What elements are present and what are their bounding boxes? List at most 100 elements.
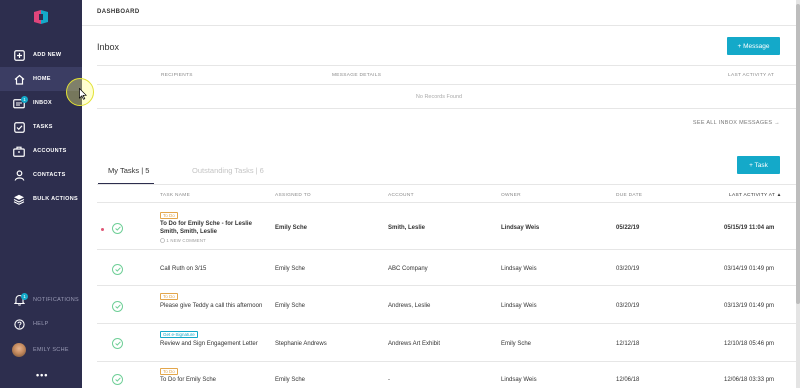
sidebar-item-label: ACCOUNTS [33, 148, 67, 154]
tab-outstanding-tasks[interactable]: Outstanding Tasks | 6 [192, 166, 264, 175]
comment-icon [160, 238, 165, 244]
task-name-line1[interactable]: To Do for Emily Sche - for Leslie [160, 221, 252, 227]
complete-task-checkbox[interactable] [112, 264, 123, 275]
inbox-badge: 1 [21, 96, 28, 103]
more-menu-icon[interactable]: ••• [36, 370, 48, 380]
mouse-cursor-icon [79, 88, 87, 100]
sidebar-item-bulk-actions[interactable]: BULK ACTIONS [0, 187, 82, 211]
tab-my-tasks[interactable]: My Tasks | 5 [108, 166, 149, 175]
sidebar-item-tasks[interactable]: TASKS [0, 115, 82, 139]
sidebar-item-label: NOTIFICATIONS [33, 297, 79, 303]
due-date: 12/12/18 [616, 341, 640, 347]
task-type-tag: To Do [160, 293, 178, 300]
owner: Lindsay Weis [501, 377, 537, 383]
due-date: 12/06/18 [616, 377, 640, 383]
task-name[interactable]: Review and Sign Engagement Letter [160, 341, 258, 347]
last-activity: 03/13/19 01:49 pm [724, 303, 775, 309]
check-square-icon [12, 120, 26, 134]
assigned-to: Emily Sche [275, 225, 308, 231]
divider [97, 361, 796, 362]
column-header-last-activity-sorted[interactable]: LAST ACTIVITY AT ▲ [729, 193, 782, 198]
divider [97, 202, 796, 203]
divider [97, 184, 796, 185]
check-icon [114, 341, 121, 346]
main-content: DASHBOARD Inbox + Message RECIPIENTS MES… [82, 0, 796, 388]
check-icon [114, 267, 121, 272]
complete-task-checkbox[interactable] [112, 223, 123, 234]
last-activity: 12/10/18 05:46 pm [724, 341, 775, 347]
assigned-to: Emily Sche [275, 377, 306, 383]
task-name-line2[interactable]: Smith, Smith, Leslie [160, 229, 217, 235]
sidebar-item-add-new[interactable]: ADD NEW [0, 43, 82, 67]
complete-task-checkbox[interactable] [112, 338, 123, 349]
divider [97, 323, 796, 324]
check-icon [114, 304, 121, 309]
owner: Lindsay Weis [501, 266, 537, 272]
add-message-button[interactable]: + Message [727, 37, 780, 55]
user-icon [12, 168, 26, 182]
briefcase-icon [12, 144, 26, 158]
task-name[interactable]: Please give Teddy a call this afternoon [160, 303, 262, 309]
task-type-tag: To Do [160, 368, 178, 375]
sidebar-item-label: CONTACTS [33, 172, 66, 178]
sidebar: ADD NEW HOME 1 INBOX TASKS ACCOUNTS CONT… [0, 0, 82, 388]
sidebar-item-profile[interactable]: EMILY SCHE [0, 338, 82, 362]
top-bar: DASHBOARD [82, 0, 796, 26]
sidebar-item-accounts[interactable]: ACCOUNTS [0, 139, 82, 163]
check-icon [114, 377, 121, 382]
sidebar-item-label: HOME [33, 76, 51, 82]
last-activity: 05/15/19 11:04 am [724, 225, 775, 231]
column-header-due-date[interactable]: DUE DATE [616, 193, 642, 198]
task-type-tag: To Do [160, 212, 178, 219]
comment-count: 1 NEW COMMENT [166, 238, 207, 243]
complete-task-checkbox[interactable] [112, 301, 123, 312]
logo[interactable] [32, 10, 50, 24]
sidebar-item-label: EMILY SCHE [33, 347, 69, 353]
due-date: 03/20/19 [616, 303, 640, 309]
assigned-to: Stephanie Andrews [275, 341, 327, 347]
account-link[interactable]: ABC Company [388, 266, 428, 272]
last-activity: 12/06/18 03:33 pm [724, 377, 775, 383]
sidebar-item-label: ADD NEW [33, 52, 62, 58]
sidebar-item-label: BULK ACTIONS [33, 196, 78, 202]
owner: Lindsay Weis [501, 303, 537, 309]
complete-task-checkbox[interactable] [112, 374, 123, 385]
sidebar-item-label: INBOX [33, 100, 52, 106]
account-link[interactable]: Andrews Art Exhibit [388, 341, 440, 347]
sidebar-item-contacts[interactable]: CONTACTS [0, 163, 82, 187]
divider [97, 249, 796, 250]
task-name[interactable]: To Do for Emily Sche [160, 377, 216, 383]
due-date: 05/22/19 [616, 225, 640, 231]
avatar [12, 343, 26, 357]
column-header-message-details[interactable]: MESSAGE DETAILS [332, 73, 381, 78]
account-link[interactable]: Smith, Leslie [388, 225, 425, 231]
add-task-button[interactable]: + Task [737, 156, 780, 174]
sidebar-item-notifications[interactable]: 1 NOTIFICATIONS [0, 288, 82, 312]
column-header-assigned-to[interactable]: ASSIGNED TO [275, 193, 311, 198]
scrollbar-thumb[interactable] [796, 4, 800, 304]
breadcrumb: DASHBOARD [97, 9, 140, 15]
see-all-inbox-link[interactable]: SEE ALL INBOX MESSAGES → [693, 120, 780, 126]
divider [97, 108, 796, 109]
column-header-recipients[interactable]: RECIPIENTS [161, 73, 193, 78]
account-link[interactable]: Andrews, Leslie [388, 303, 430, 309]
new-comment-indicator[interactable]: 1 NEW COMMENT [160, 238, 207, 244]
help-circle-icon [12, 317, 26, 331]
sidebar-item-label: HELP [33, 321, 49, 327]
home-icon [12, 72, 26, 86]
task-type-tag: Get e-Signature [160, 331, 198, 338]
layers-icon [12, 192, 26, 206]
column-header-task-name[interactable]: TASK NAME [160, 193, 190, 198]
unread-dot [101, 228, 104, 231]
notifications-badge: 1 [21, 293, 28, 300]
app: ADD NEW HOME 1 INBOX TASKS ACCOUNTS CONT… [0, 0, 800, 388]
owner: Lindsay Weis [501, 225, 540, 231]
owner: Emily Sche [501, 341, 532, 347]
column-header-last-activity[interactable]: LAST ACTIVITY AT [728, 73, 774, 78]
account-link[interactable]: - [388, 377, 390, 383]
sidebar-item-help[interactable]: HELP [0, 312, 82, 336]
column-header-owner[interactable]: OWNER [501, 193, 521, 198]
divider [97, 65, 796, 66]
column-header-account[interactable]: ACCOUNT [388, 193, 414, 198]
task-name[interactable]: Call Ruth on 3/15 [160, 266, 206, 272]
